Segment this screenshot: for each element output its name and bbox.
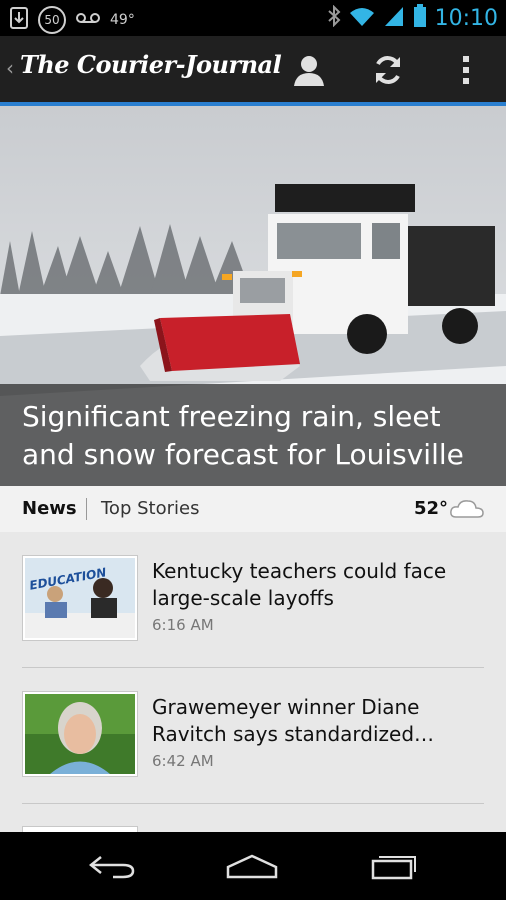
section-divider bbox=[86, 498, 87, 520]
weather-temperature[interactable]: 52° bbox=[414, 498, 448, 519]
list-item[interactable]: Grawemeyer winner Diane Ravitch says sta… bbox=[0, 668, 506, 803]
list-item[interactable]: EDUCATION Kentucky teachers could face l… bbox=[0, 532, 506, 667]
action-bar: ‹ The Courier-Journal bbox=[0, 36, 506, 106]
back-caret-icon[interactable]: ‹ bbox=[6, 56, 14, 80]
section-bar: News Top Stories 52° bbox=[0, 486, 506, 533]
subsection-label[interactable]: Top Stories bbox=[101, 498, 199, 519]
section-label[interactable]: News bbox=[22, 498, 77, 519]
speed-limit-badge: 50 bbox=[38, 6, 66, 34]
hero-headline[interactable]: Significant freezing rain, sleet and sno… bbox=[22, 398, 492, 474]
voicemail-icon bbox=[76, 11, 100, 29]
story-title[interactable]: Kentucky teachers could face large-scale… bbox=[152, 558, 482, 612]
back-nav-icon[interactable] bbox=[82, 848, 142, 884]
download-icon bbox=[10, 7, 28, 33]
app-logo[interactable]: The Courier-Journal bbox=[20, 50, 282, 79]
story-time: 6:42 AM bbox=[152, 752, 214, 770]
battery-icon bbox=[413, 4, 427, 32]
story-thumbnail bbox=[22, 691, 138, 777]
refresh-icon[interactable] bbox=[368, 50, 408, 90]
story-time: 6:16 AM bbox=[152, 616, 214, 634]
overflow-menu-icon[interactable] bbox=[446, 50, 486, 90]
story-thumbnail: EDUCATION bbox=[22, 555, 138, 641]
wifi-icon bbox=[349, 5, 375, 31]
status-bar: 50 49° 10:10 bbox=[0, 0, 506, 36]
home-icon[interactable] bbox=[222, 848, 282, 884]
story-title[interactable]: Grawemeyer winner Diane Ravitch says sta… bbox=[152, 694, 482, 748]
status-temperature: 49° bbox=[110, 12, 135, 28]
list-divider bbox=[22, 803, 484, 804]
profile-icon[interactable] bbox=[289, 50, 329, 90]
bluetooth-icon bbox=[327, 4, 341, 31]
navigation-bar bbox=[0, 832, 506, 900]
signal-icon bbox=[383, 5, 405, 31]
clock: 10:10 bbox=[434, 5, 498, 31]
hero-caption: Significant freezing rain, sleet and sno… bbox=[0, 384, 506, 486]
hero-story[interactable]: Significant freezing rain, sleet and sno… bbox=[0, 106, 506, 486]
story-list: EDUCATION Kentucky teachers could face l… bbox=[0, 532, 506, 832]
cloud-icon[interactable] bbox=[450, 499, 484, 523]
recent-apps-icon[interactable] bbox=[364, 848, 424, 884]
